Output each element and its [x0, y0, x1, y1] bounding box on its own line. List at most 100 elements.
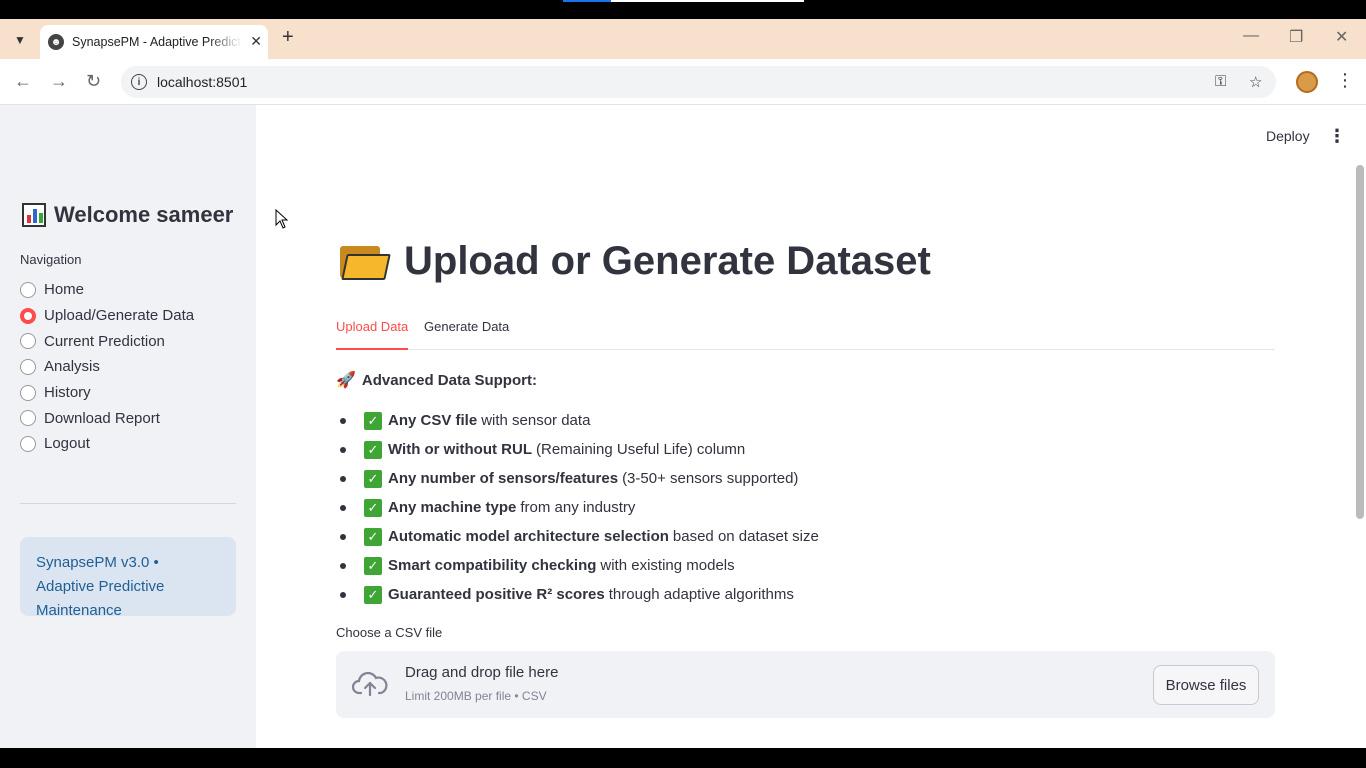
radio-button[interactable] — [20, 358, 36, 375]
radio-button[interactable] — [20, 281, 36, 298]
browser-toolbar: ← → ↻ i localhost:8501 ⚿ ☆ ⋮ — [0, 59, 1366, 105]
browser-tab-strip: ▼ ☻ SynapsePM - Adaptive Predictive Main… — [0, 19, 1366, 59]
sidebar: Welcome sameer Navigation Home Upload/Gen… — [0, 105, 256, 748]
browser-menu-icon[interactable]: ⋮ — [1336, 70, 1354, 91]
screen-bottom-bar — [0, 748, 1366, 768]
sidebar-item-label: Analysis — [44, 358, 100, 376]
feature-detail: with existing models — [600, 557, 735, 574]
profile-avatar[interactable] — [1296, 71, 1318, 93]
check-mark-icon: ✓ — [364, 585, 382, 604]
bullet-icon — [340, 533, 346, 540]
minimize-icon[interactable]: — — [1243, 27, 1259, 45]
navigation-label: Navigation — [20, 252, 82, 267]
list-item: ✓ Any number of sensors/features (3-50+ se… — [336, 464, 819, 493]
sidebar-item-history[interactable]: History — [20, 380, 194, 406]
list-item: ✓ Guaranteed positive R² scores through ad… — [336, 580, 819, 609]
check-mark-icon: ✓ — [364, 527, 382, 546]
list-item: ✓ Smart compatibility checking with existi… — [336, 551, 819, 580]
feature-title: Any CSV file — [388, 412, 478, 429]
rocket-icon: 🚀 — [336, 372, 356, 389]
radio-button[interactable] — [20, 307, 36, 324]
feature-detail: through adaptive algorithms — [608, 586, 794, 603]
dropzone-instruction: Drag and drop file here — [405, 664, 559, 681]
reload-icon[interactable]: ↻ — [86, 71, 101, 92]
sidebar-item-label: Upload/Generate Data — [44, 307, 195, 325]
feature-title: Any machine type — [388, 499, 517, 516]
deploy-button[interactable]: Deploy — [1266, 128, 1310, 144]
sidebar-item-current-prediction[interactable]: Current Prediction — [20, 328, 194, 354]
radio-button[interactable] — [20, 410, 36, 427]
app-menu-icon[interactable]: ⋮ — [1328, 126, 1346, 147]
check-mark-icon: ✓ — [364, 469, 382, 488]
browse-files-button[interactable]: Browse files — [1153, 665, 1259, 705]
site-info-icon[interactable]: i — [131, 74, 147, 90]
radio-button[interactable] — [20, 435, 36, 452]
forward-icon[interactable]: → — [50, 71, 68, 92]
list-item: ✓ Any machine type from any industry — [336, 493, 819, 522]
welcome-heading: Welcome sameer — [22, 202, 233, 228]
check-mark-icon: ✓ — [364, 498, 382, 517]
sidebar-item-home[interactable]: Home — [20, 277, 194, 303]
sidebar-item-label: Current Prediction — [44, 332, 165, 350]
sidebar-item-label: Logout — [44, 435, 90, 453]
sidebar-item-logout[interactable]: Logout — [20, 431, 194, 457]
list-item: ✓ Automatic model architecture selection b… — [336, 522, 819, 551]
feature-detail: (Remaining Useful Life) column — [536, 441, 746, 458]
file-dropzone[interactable]: Drag and drop file here Limit 200MB per … — [336, 651, 1275, 718]
page-viewport: Welcome sameer Navigation Home Upload/Gen… — [0, 105, 1366, 748]
url-text: localhost:8501 — [157, 74, 248, 90]
feature-detail: (3-50+ sensors supported) — [622, 470, 799, 487]
version-info-box: SynapsePM v3.0 • Adaptive Predictive Mai… — [20, 537, 236, 619]
feature-title: Automatic model architecture selection — [388, 528, 669, 545]
tab-search-icon[interactable]: ▼ — [8, 28, 32, 52]
bookmark-star-icon[interactable]: ☆ — [1249, 73, 1262, 91]
radio-button[interactable] — [20, 384, 36, 401]
advanced-support-heading: 🚀 Advanced Data Support: — [336, 370, 537, 390]
favicon-icon: ☻ — [48, 34, 64, 50]
bullet-icon — [340, 591, 346, 598]
sidebar-item-upload-generate-data[interactable]: Upload/Generate Data — [20, 303, 194, 329]
feature-list: ✓ Any CSV file with sensor data ✓ With or wi… — [336, 406, 819, 609]
page-title: Upload or Generate Dataset — [340, 239, 931, 284]
password-key-icon[interactable]: ⚿ — [1215, 73, 1226, 90]
navigation-radio-group: Home Upload/Generate Data Current Predicti… — [20, 277, 194, 457]
tab-title: SynapsePM - Adaptive Predictive Maintena… — [72, 35, 242, 49]
sidebar-divider — [20, 503, 236, 504]
feature-detail: based on dataset size — [672, 528, 819, 545]
bullet-icon — [340, 562, 346, 569]
tab-bar: Upload Data Generate Data — [336, 319, 1275, 350]
sidebar-item-download-report[interactable]: Download Report — [20, 405, 194, 431]
sidebar-item-analysis[interactable]: Analysis — [20, 354, 194, 380]
list-item: ✓ Any CSV file with sensor data — [336, 406, 819, 435]
sidebar-item-label: Download Report — [44, 409, 160, 427]
feature-title: Smart compatibility checking — [388, 557, 597, 574]
browser-tab[interactable]: ☻ SynapsePM - Adaptive Predictive Mainte… — [40, 25, 268, 59]
close-window-icon[interactable]: ✕ — [1335, 27, 1348, 47]
new-tab-icon[interactable]: + — [282, 26, 294, 49]
feature-title: Guaranteed positive R² scores — [388, 586, 605, 603]
feature-detail: with sensor data — [481, 412, 591, 429]
scrollbar[interactable] — [1356, 165, 1364, 519]
file-uploader-label: Choose a CSV file — [336, 625, 443, 640]
tab-upload-data[interactable]: Upload Data — [336, 319, 409, 350]
welcome-text: Welcome sameer — [54, 202, 234, 227]
back-icon[interactable]: ← — [14, 71, 32, 92]
tab-close-icon[interactable]: ✕ — [250, 33, 262, 50]
dropzone-limit: Limit 200MB per file • CSV — [405, 689, 547, 703]
radio-button[interactable] — [20, 333, 36, 350]
tab-generate-data[interactable]: Generate Data — [424, 319, 509, 350]
bullet-icon — [340, 475, 346, 482]
bar-chart-icon — [22, 203, 46, 227]
restore-icon[interactable]: ❐ — [1289, 27, 1303, 47]
bullet-icon — [340, 446, 346, 453]
feature-detail: from any industry — [520, 499, 636, 516]
list-item: ✓ With or without RUL (Remaining Useful Li… — [336, 435, 819, 464]
open-folder-icon — [340, 244, 391, 280]
loading-progress-bar — [563, 0, 804, 2]
bullet-icon — [340, 417, 346, 424]
check-mark-icon: ✓ — [364, 556, 382, 575]
cloud-upload-icon — [352, 671, 388, 697]
address-bar[interactable]: i localhost:8501 — [121, 66, 1276, 98]
page-title-text: Upload or Generate Dataset — [404, 239, 931, 283]
sidebar-item-label: History — [44, 384, 91, 402]
